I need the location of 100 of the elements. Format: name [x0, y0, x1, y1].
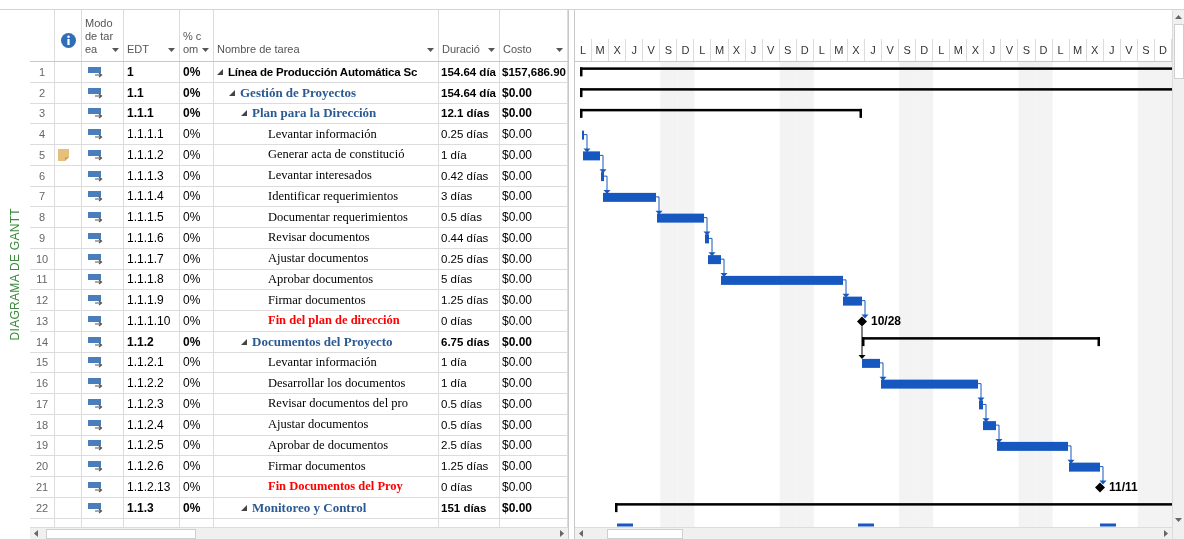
table-cell: $0.00 [502, 230, 533, 245]
collapse-triangle-icon[interactable] [241, 110, 247, 117]
day-label: J [1103, 39, 1121, 61]
table-cell: 1.1.1.9 [127, 293, 164, 308]
scroll-thumb[interactable] [1174, 24, 1184, 79]
task-bar[interactable] [1100, 523, 1116, 527]
table-cell: 0.5 días [441, 211, 482, 224]
task-bar[interactable] [721, 275, 843, 285]
table-cell: 0% [183, 438, 201, 453]
task-name: Levantar información [267, 354, 377, 370]
caret-icon[interactable] [168, 48, 175, 52]
table-cell: $0.00 [502, 85, 533, 100]
milestone-diamond[interactable] [857, 316, 867, 327]
task-name: Levantar interesados [267, 168, 372, 184]
column-header[interactable]: Costo [503, 43, 532, 56]
day-label: S [660, 39, 678, 61]
collapse-triangle-icon[interactable] [229, 89, 235, 96]
row-number[interactable]: 15 [35, 356, 49, 369]
row-number[interactable]: 21 [35, 480, 49, 493]
day-label: S [1018, 39, 1036, 61]
day-label: X [728, 39, 746, 61]
task-bar[interactable] [705, 234, 709, 244]
task-bar[interactable] [708, 255, 721, 265]
down-arrow-icon[interactable] [1175, 518, 1182, 522]
task-mode-icon [88, 335, 105, 348]
task-bar[interactable] [997, 441, 1068, 451]
row-number[interactable]: 22 [35, 501, 49, 514]
column-header[interactable]: EDT [127, 43, 149, 56]
caret-icon[interactable] [427, 48, 434, 52]
row-number[interactable]: 5 [38, 148, 46, 161]
column-header[interactable]: Nombre de tarea [217, 43, 300, 56]
table-cell: 1.1.1.6 [127, 230, 164, 245]
row-number[interactable]: 13 [35, 314, 49, 327]
row-number[interactable]: 14 [35, 335, 49, 348]
collapse-triangle-icon[interactable] [217, 68, 223, 75]
table-cell: $0.00 [502, 210, 533, 225]
row-number[interactable]: 3 [38, 107, 46, 120]
table-cell: 1.1.2 [127, 334, 154, 349]
task-bar[interactable] [979, 400, 983, 410]
table-cell: 0% [183, 376, 201, 391]
row-number[interactable]: 1 [38, 65, 46, 78]
link-arrow [583, 134, 591, 153]
task-bar[interactable] [601, 172, 604, 182]
table-cell: $0.00 [502, 355, 533, 370]
row-number[interactable]: 7 [38, 190, 46, 203]
scroll-thumb[interactable] [46, 529, 196, 539]
scroll-thumb[interactable] [607, 529, 683, 539]
task-bar[interactable] [617, 523, 633, 527]
task-name: Gestión de Proyectos [240, 84, 357, 101]
row-number[interactable]: 8 [38, 211, 46, 224]
up-arrow-icon[interactable] [1175, 15, 1182, 19]
column-header[interactable]: Duració [442, 43, 480, 56]
row-number[interactable]: 19 [35, 439, 49, 452]
milestone-diamond[interactable] [1095, 482, 1105, 493]
task-bar[interactable] [657, 213, 704, 223]
task-mode-icon [88, 294, 105, 307]
task-bar[interactable] [881, 379, 978, 389]
task-mode-icon [88, 460, 105, 473]
day-label: D [916, 39, 934, 61]
task-bar[interactable] [983, 421, 996, 431]
task-bar[interactable] [862, 358, 880, 368]
task-bar[interactable] [858, 523, 874, 527]
table-cell: $0.00 [502, 127, 533, 142]
collapse-triangle-icon[interactable] [241, 338, 247, 345]
task-bar[interactable] [1069, 462, 1100, 472]
table-cell: 2.5 días [441, 439, 482, 452]
row-number[interactable]: 17 [35, 397, 49, 410]
task-bar[interactable] [583, 151, 600, 161]
day-label: S [779, 39, 797, 61]
row-number[interactable]: 6 [38, 169, 46, 182]
row-number[interactable]: 11 [36, 273, 48, 286]
day-label: L [813, 39, 831, 61]
right-arrow-icon[interactable] [1164, 530, 1168, 537]
caret-icon[interactable] [112, 48, 119, 52]
table-cell: 1.25 días [441, 460, 489, 473]
caret-icon[interactable] [202, 48, 209, 52]
row-number[interactable]: 2 [38, 86, 46, 99]
task-bar[interactable] [603, 192, 656, 202]
table-cell: $0.00 [502, 106, 533, 121]
row-number[interactable]: 10 [35, 252, 49, 265]
caret-icon[interactable] [488, 48, 495, 52]
row-number[interactable]: 9 [38, 231, 46, 244]
row-number[interactable]: 4 [38, 128, 46, 141]
collapse-triangle-icon[interactable] [241, 504, 247, 511]
left-arrow-icon[interactable] [34, 530, 38, 537]
day-label: J [984, 39, 1002, 61]
row-number[interactable]: 20 [35, 460, 49, 473]
row-number[interactable]: 18 [35, 418, 49, 431]
day-label: M [830, 39, 848, 61]
row-number[interactable]: 16 [35, 377, 49, 390]
task-mode-icon [88, 273, 105, 286]
caret-icon[interactable] [556, 48, 563, 52]
day-label: M [711, 39, 729, 61]
right-arrow-icon[interactable] [560, 530, 564, 537]
task-bar[interactable] [843, 296, 862, 306]
day-label: D [1154, 39, 1172, 61]
row-number[interactable]: 12 [35, 294, 49, 307]
column-header[interactable]: % com [183, 30, 207, 56]
column-header[interactable]: Modo de tarea [85, 17, 115, 56]
left-arrow-icon[interactable] [579, 530, 583, 537]
